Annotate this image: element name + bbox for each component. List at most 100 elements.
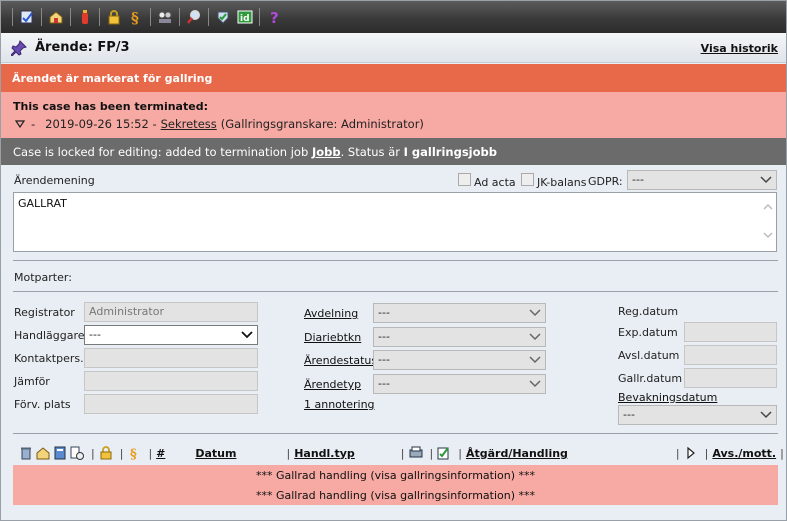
id-card-icon[interactable]: id: [236, 8, 254, 26]
diariebtkn-select[interactable]: ---: [373, 327, 546, 347]
arendemening-textarea[interactable]: GALLRAT: [13, 192, 777, 252]
gdpr-label: GDPR:: [588, 175, 623, 188]
terminated-reason-link[interactable]: Sekretess: [161, 117, 217, 131]
mailbox-icon[interactable]: [36, 446, 50, 460]
datum-column-header[interactable]: Datum: [195, 447, 236, 460]
locked-status-prefix: . Status är: [340, 145, 400, 159]
checklist-icon[interactable]: [437, 446, 451, 460]
toolbar-separator: [150, 8, 151, 26]
toolbar-separator: [99, 8, 100, 26]
case-title-bar: Ärende: FP/3 Visa historik: [1, 33, 786, 63]
documents-grid-header: | | § | # Datum | Handl.typ | | | Åtgärd…: [13, 442, 784, 464]
arendestatus-link[interactable]: Ärendestatus: [304, 354, 377, 367]
terminated-date: 2019-09-26 15:52 -: [45, 117, 157, 131]
avsl-datum-label: Avsl.datum: [618, 349, 680, 362]
magnifier-icon[interactable]: [185, 8, 203, 26]
arendestatus-select[interactable]: ---: [373, 350, 546, 370]
avs-mott-column-header[interactable]: Avs./mott.: [712, 447, 776, 460]
svg-text:§: §: [130, 447, 137, 460]
job-link[interactable]: Jobb: [312, 145, 341, 159]
jk-balans-label: JK-balans: [537, 176, 587, 189]
diariebtkn-link[interactable]: Diariebtkn: [304, 331, 361, 344]
toolbar-separator: [208, 8, 209, 26]
paragraph-icon[interactable]: §: [127, 446, 141, 460]
terminated-banner: This case has been terminated: - 2019-09…: [1, 92, 786, 138]
terminated-dash: -: [31, 117, 36, 131]
mailbox-icon[interactable]: [47, 8, 65, 26]
registrator-label: Registrator: [14, 306, 75, 319]
toolbar-separator: [12, 8, 13, 26]
case-window: § id ? Ärende: FP/3 Visa historik Ärende…: [0, 0, 787, 521]
terminated-detail: (Gallringsgranskare: Administrator): [220, 117, 424, 131]
expand-triangle-icon[interactable]: [15, 120, 25, 128]
handlaggare-value: ---: [89, 328, 101, 341]
handlaggare-label: Handläggare: [14, 329, 85, 342]
jamfor-field[interactable]: [84, 371, 258, 391]
fire-extinguisher-icon[interactable]: [76, 8, 94, 26]
chevron-down-icon: [760, 411, 772, 419]
chevron-down-icon: [760, 176, 772, 184]
annotering-link[interactable]: 1 annotering: [304, 398, 375, 411]
number-column-header[interactable]: #: [156, 447, 165, 460]
registrator-field[interactable]: Administrator: [84, 302, 258, 322]
gdpr-value: ---: [632, 173, 644, 186]
arendemening-value: GALLRAT: [18, 197, 67, 210]
view-history-link[interactable]: Visa historik: [701, 42, 778, 55]
arendemening-label: Ärendemening: [14, 174, 95, 187]
kontaktpers-field[interactable]: [84, 348, 258, 368]
avdelning-select[interactable]: ---: [373, 303, 546, 323]
arendetyp-select[interactable]: ---: [373, 374, 546, 394]
exp-datum-field[interactable]: [684, 322, 777, 342]
check-shield-icon[interactable]: [214, 8, 232, 26]
lock-icon[interactable]: [105, 8, 123, 26]
bevakningsdatum-link[interactable]: Bevakningsdatum: [618, 391, 717, 404]
gallr-datum-field[interactable]: [684, 368, 777, 388]
toolbar-separator: [41, 8, 42, 26]
chevron-down-icon: [529, 309, 541, 317]
exp-datum-label: Exp.datum: [618, 326, 678, 339]
handlaggare-select[interactable]: ---: [84, 325, 258, 345]
locked-status: I gallringsjobb: [403, 145, 497, 159]
reg-datum-label: Reg.datum: [618, 305, 679, 318]
handl-typ-column-header[interactable]: Handl.typ: [294, 447, 355, 460]
forv-plats-field[interactable]: [84, 394, 258, 414]
jamfor-label: Jämför: [14, 375, 50, 388]
avdelning-link[interactable]: Avdelning: [304, 307, 358, 320]
svg-text:§: §: [131, 9, 139, 25]
help-icon[interactable]: ?: [265, 8, 283, 26]
divider: [13, 291, 778, 292]
scrollbar-arrows-icon[interactable]: [762, 201, 774, 241]
gdpr-select[interactable]: ---: [627, 170, 777, 190]
svg-text:?: ?: [270, 9, 279, 25]
documents-grid-body: *** Gallrad handling (visa gallringsinfo…: [13, 465, 778, 505]
toolbar-separator: [179, 8, 180, 26]
table-row[interactable]: *** Gallrad handling (visa gallringsinfo…: [13, 485, 778, 505]
locked-banner: Case is locked for editing: added to ter…: [1, 138, 786, 165]
avdelning-value: ---: [378, 306, 390, 319]
chevron-down-icon: [529, 380, 541, 388]
lock-icon[interactable]: [99, 446, 113, 460]
kontaktpers-label: Kontaktpers.: [14, 352, 84, 365]
page-title: Ärende: FP/3: [35, 40, 130, 55]
print-icon[interactable]: [409, 446, 423, 460]
people-icon[interactable]: [156, 8, 174, 26]
locked-prefix: Case is locked for editing: added to ter…: [13, 145, 309, 159]
jk-balans-checkbox[interactable]: [521, 173, 534, 186]
table-row[interactable]: *** Gallrad handling (visa gallringsinfo…: [13, 465, 778, 485]
divider: [13, 260, 778, 261]
paragraph-icon[interactable]: §: [127, 8, 145, 26]
book-icon[interactable]: [53, 446, 67, 460]
edit-document-icon[interactable]: [18, 8, 36, 26]
ad-acta-checkbox[interactable]: [458, 173, 471, 186]
trash-icon[interactable]: [19, 446, 33, 460]
arendestatus-value: ---: [378, 353, 390, 366]
arendetyp-link[interactable]: Ärendetyp: [304, 378, 361, 391]
gallr-datum-label: Gallr.datum: [618, 372, 683, 385]
toolbar-separator: [70, 8, 71, 26]
bevakningsdatum-select[interactable]: ---: [618, 405, 777, 425]
document-clock-icon[interactable]: [70, 446, 84, 460]
arrow-right-icon[interactable]: [684, 446, 698, 460]
toolbar: § id ?: [1, 1, 786, 33]
atgard-column-header[interactable]: Åtgärd/Handling: [466, 447, 568, 460]
avsl-datum-field[interactable]: [684, 345, 777, 365]
